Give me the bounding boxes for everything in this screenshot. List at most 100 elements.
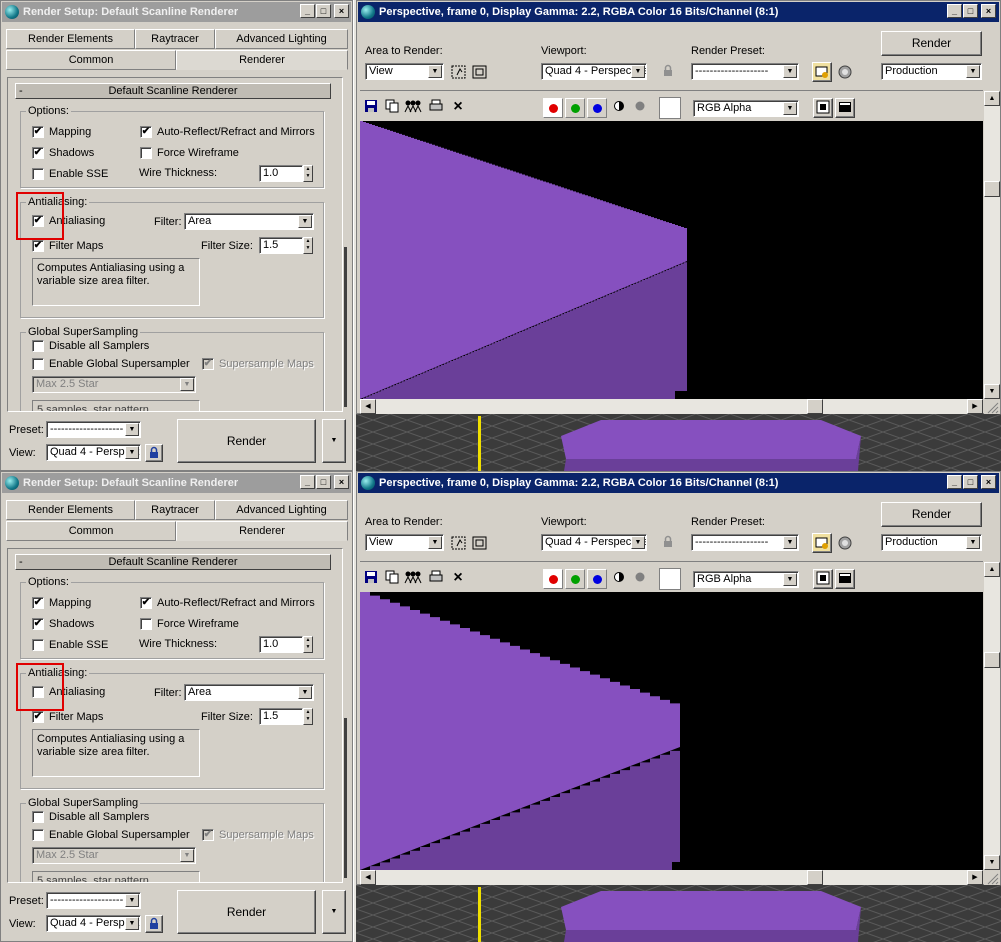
area-to-render-select[interactable]: View ▼ <box>365 63 444 80</box>
minimize-button[interactable]: _ <box>947 4 962 18</box>
frame-window-titlebar[interactable]: Perspective, frame 0, Display Gamma: 2.2… <box>358 473 999 493</box>
lock-view-button[interactable] <box>145 915 163 933</box>
minimize-button[interactable]: _ <box>300 475 315 489</box>
tab-common[interactable]: Common <box>6 521 176 541</box>
view-select[interactable]: Quad 4 - Perspective ▼ <box>46 915 141 932</box>
filter-maps-checkbox[interactable]: ✔ <box>32 711 44 723</box>
tab-renderer[interactable]: Renderer <box>176 521 348 541</box>
max-viewport-strip[interactable] <box>356 414 1001 471</box>
filter-select[interactable]: Area ▼ <box>184 213 314 230</box>
view-select[interactable]: Quad 4 - Perspective ▼ <box>46 444 141 461</box>
blue-channel-button[interactable] <box>587 98 607 118</box>
clear-icon[interactable]: × <box>449 98 467 116</box>
filter-size-spinner[interactable]: ▲ ▼ <box>303 237 313 254</box>
horizontal-scroll-thumb[interactable] <box>807 399 823 414</box>
save-icon[interactable] <box>362 98 380 116</box>
render-options-dropdown[interactable]: ▼ <box>322 890 346 934</box>
copy-icon[interactable] <box>383 569 401 587</box>
channel-select[interactable]: RGB Alpha ▼ <box>693 100 799 117</box>
red-channel-button[interactable] <box>543 569 563 589</box>
red-channel-button[interactable] <box>543 98 563 118</box>
clear-icon[interactable]: × <box>449 569 467 587</box>
lock-icon[interactable] <box>659 534 677 552</box>
lock-icon[interactable] <box>659 63 677 81</box>
scroll-left-arrow[interactable]: ◀ <box>360 870 376 885</box>
alpha-channel-icon[interactable] <box>610 99 628 117</box>
filter-size-input[interactable]: 1.5 <box>259 237 303 254</box>
channel-select[interactable]: RGB Alpha ▼ <box>693 571 799 588</box>
render-preset-select[interactable]: -------------------- ▼ <box>691 534 799 551</box>
auto-region-icon[interactable] <box>471 534 489 552</box>
render-mode-select[interactable]: Production ▼ <box>881 534 982 551</box>
maximize-button[interactable]: □ <box>963 4 978 18</box>
tab-raytracer[interactable]: Raytracer <box>135 500 215 520</box>
viewport-select[interactable]: Quad 4 - Perspective ▼ <box>541 534 647 551</box>
render-setup-titlebar[interactable]: Render Setup: Default Scanline Renderer <box>2 473 351 493</box>
alpha-channel-icon[interactable] <box>610 570 628 588</box>
scroll-left-arrow[interactable]: ◀ <box>360 399 376 414</box>
close-button[interactable]: × <box>334 475 349 489</box>
wire-thickness-input[interactable]: 1.0 <box>259 165 303 182</box>
frame-render-button[interactable]: Render <box>881 502 982 527</box>
enable-sse-checkbox[interactable] <box>32 168 44 180</box>
wire-thickness-input[interactable]: 1.0 <box>259 636 303 653</box>
force-wireframe-checkbox[interactable] <box>140 147 152 159</box>
wire-thickness-spinner[interactable]: ▲ ▼ <box>303 165 313 182</box>
shadows-checkbox[interactable]: ✔ <box>32 618 44 630</box>
close-button[interactable]: × <box>334 4 349 18</box>
toggle-ui-overlay-button[interactable] <box>813 98 833 118</box>
print-icon[interactable] <box>427 98 445 116</box>
panel-scroll-thumb[interactable] <box>344 718 347 878</box>
auto-region-icon[interactable] <box>471 63 489 81</box>
enable-sse-checkbox[interactable] <box>32 639 44 651</box>
green-channel-button[interactable] <box>565 98 585 118</box>
close-button[interactable]: × <box>981 475 996 489</box>
canvas-vertical-scrollbar[interactable]: ▲ ▼ <box>984 91 1000 399</box>
toggle-ui-overlay-button[interactable] <box>813 569 833 589</box>
scroll-up-arrow[interactable]: ▲ <box>984 562 1000 577</box>
max-viewport-strip[interactable] <box>356 885 1001 942</box>
canvas-vertical-scrollbar[interactable]: ▲ ▼ <box>984 562 1000 870</box>
render-canvas[interactable] <box>360 592 983 870</box>
scroll-down-arrow[interactable]: ▼ <box>984 384 1000 399</box>
lock-view-button[interactable] <box>145 444 163 462</box>
tab-raytracer[interactable]: Raytracer <box>135 29 215 49</box>
render-setup-icon[interactable] <box>812 62 832 82</box>
tab-common[interactable]: Common <box>6 50 176 70</box>
copy-icon[interactable] <box>383 98 401 116</box>
preset-select[interactable]: -------------------- ▼ <box>46 421 141 438</box>
scroll-up-arrow[interactable]: ▲ <box>984 91 1000 106</box>
filter-size-spinner[interactable]: ▲ ▼ <box>303 708 313 725</box>
scroll-right-arrow[interactable]: ▶ <box>967 870 983 885</box>
rollout-default-scanline[interactable]: - Default Scanline Renderer <box>15 554 331 570</box>
frame-window-titlebar[interactable]: Perspective, frame 0, Display Gamma: 2.2… <box>358 2 999 22</box>
auto-reflect-checkbox[interactable]: ✔ <box>140 597 152 609</box>
filter-size-input[interactable]: 1.5 <box>259 708 303 725</box>
mono-icon[interactable] <box>631 570 649 588</box>
edit-region-icon[interactable] <box>450 63 468 81</box>
toggle-display-button[interactable] <box>835 98 855 118</box>
green-channel-button[interactable] <box>565 569 585 589</box>
clone-icon[interactable] <box>404 569 422 587</box>
environment-icon[interactable] <box>836 63 854 81</box>
mapping-checkbox[interactable]: ✔ <box>32 597 44 609</box>
toggle-display-button[interactable] <box>835 569 855 589</box>
filter-select[interactable]: Area ▼ <box>184 684 314 701</box>
panel-scroll-thumb[interactable] <box>344 247 347 407</box>
panel-scrollbar[interactable] <box>343 77 348 412</box>
render-setup-titlebar[interactable]: Render Setup: Default Scanline Renderer <box>2 2 351 22</box>
print-icon[interactable] <box>427 569 445 587</box>
frame-render-button[interactable]: Render <box>881 31 982 56</box>
environment-icon[interactable] <box>836 534 854 552</box>
tab-render-elements[interactable]: Render Elements <box>6 29 135 49</box>
disable-samplers-checkbox[interactable] <box>32 811 44 823</box>
rollout-default-scanline[interactable]: - Default Scanline Renderer <box>15 83 331 99</box>
close-button[interactable]: × <box>981 4 996 18</box>
minimize-button[interactable]: _ <box>947 475 962 489</box>
resize-grip-icon[interactable] <box>984 870 1000 885</box>
vertical-scroll-thumb[interactable] <box>984 652 1000 668</box>
area-to-render-select[interactable]: View ▼ <box>365 534 444 551</box>
scroll-down-arrow[interactable]: ▼ <box>984 855 1000 870</box>
render-button[interactable]: Render <box>177 419 316 463</box>
mapping-checkbox[interactable]: ✔ <box>32 126 44 138</box>
